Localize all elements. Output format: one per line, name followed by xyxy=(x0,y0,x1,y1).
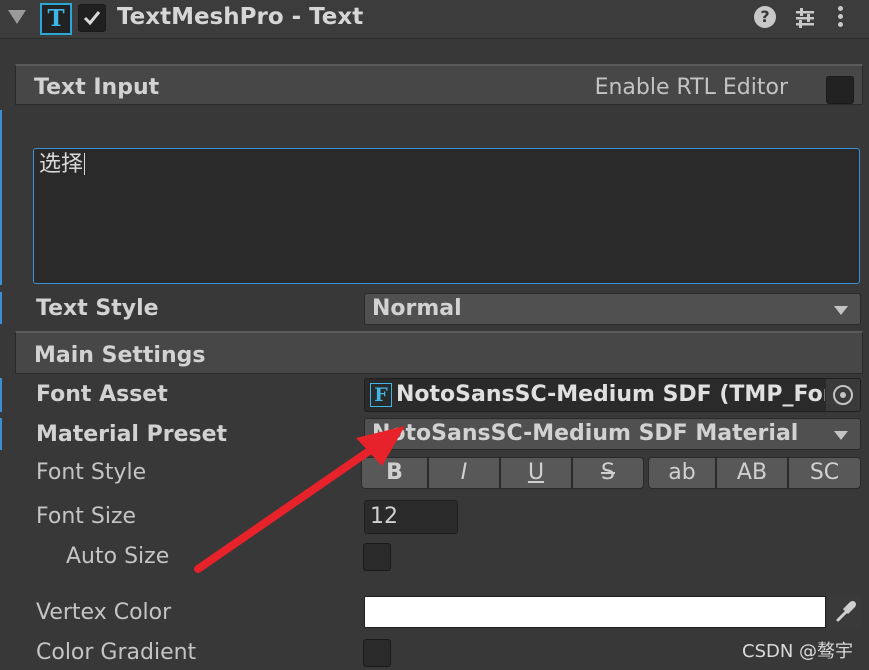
text-input-section-label: Text Input xyxy=(34,75,160,100)
text-input-area[interactable]: 选择 xyxy=(33,148,860,284)
presets-icon[interactable] xyxy=(793,6,817,30)
main-settings-section-header[interactable]: Main Settings xyxy=(15,331,863,374)
chevron-down-icon xyxy=(834,431,848,440)
object-picker-icon[interactable] xyxy=(825,379,860,411)
help-icon[interactable]: ? xyxy=(754,6,776,28)
eyedropper-icon[interactable] xyxy=(828,596,861,628)
font-asset-field[interactable]: F NotoSansSC-Medium SDF (TMP_Font xyxy=(364,378,861,412)
material-preset-value: NotoSansSC-Medium SDF Material xyxy=(372,421,799,446)
auto-size-label: Auto Size xyxy=(66,544,170,569)
vertex-color-field[interactable] xyxy=(364,596,826,628)
font-style-bold-button[interactable]: B xyxy=(361,457,428,489)
annotation-arrow-shaft xyxy=(194,445,376,573)
font-size-label: Font Size xyxy=(36,504,137,529)
rtl-editor-checkbox[interactable] xyxy=(826,76,854,104)
component-header: T TextMeshPro - Text ? xyxy=(0,0,869,39)
text-input-section-header[interactable]: Text Input Enable RTL Editor xyxy=(15,64,863,105)
component-title: TextMeshPro - Text xyxy=(117,4,364,30)
color-gradient-checkbox[interactable] xyxy=(363,639,391,667)
component-enabled-checkbox[interactable] xyxy=(78,4,106,32)
foldout-arrow-icon[interactable] xyxy=(8,10,26,24)
color-gradient-label: Color Gradient xyxy=(36,640,197,665)
edge-marker xyxy=(0,292,2,324)
text-input-value: 选择 xyxy=(39,152,86,177)
font-style-smallcaps-button[interactable]: SC xyxy=(788,457,861,489)
checkmark-icon xyxy=(83,11,101,26)
font-style-underline-button[interactable]: U xyxy=(500,457,572,489)
textmeshpro-icon: T xyxy=(40,3,72,35)
material-preset-dropdown[interactable]: NotoSansSC-Medium SDF Material xyxy=(364,418,861,450)
font-style-strikethrough-button[interactable]: S xyxy=(572,457,644,489)
text-caret xyxy=(84,153,86,175)
edge-marker xyxy=(0,110,2,285)
font-style-lowercase-button[interactable]: ab xyxy=(648,457,716,489)
material-preset-label: Material Preset xyxy=(36,422,228,447)
text-style-value: Normal xyxy=(372,296,462,321)
watermark: CSDN @骜宇 xyxy=(742,641,854,662)
auto-size-checkbox[interactable] xyxy=(363,543,391,571)
chevron-down-icon xyxy=(834,306,848,315)
font-style-uppercase-button[interactable]: AB xyxy=(716,457,788,489)
font-asset-icon: F xyxy=(370,383,392,407)
vertex-color-label: Vertex Color xyxy=(36,600,172,625)
font-asset-value: NotoSansSC-Medium SDF (TMP_Font xyxy=(396,382,828,407)
font-style-label: Font Style xyxy=(36,460,147,485)
font-size-value: 12 xyxy=(370,504,398,529)
rtl-editor-label: Enable RTL Editor xyxy=(594,75,788,100)
font-asset-label: Font Asset xyxy=(36,382,168,407)
main-settings-section-label: Main Settings xyxy=(34,343,206,368)
edge-marker xyxy=(0,418,2,450)
font-size-input[interactable]: 12 xyxy=(364,500,458,534)
text-style-label: Text Style xyxy=(36,296,159,321)
edge-marker xyxy=(0,378,2,412)
font-style-italic-button[interactable]: I xyxy=(428,457,500,489)
context-menu-icon[interactable] xyxy=(838,6,846,30)
text-style-dropdown[interactable]: Normal xyxy=(364,293,861,325)
